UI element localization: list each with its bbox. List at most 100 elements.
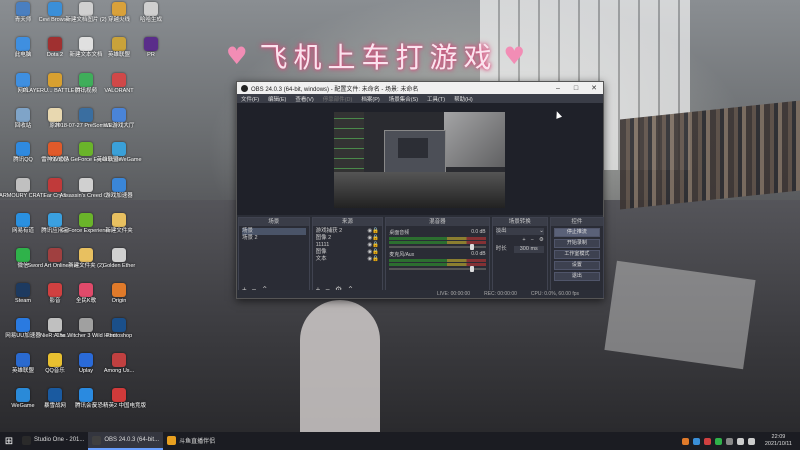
volume-icon[interactable] (747, 437, 755, 445)
desktop-icon[interactable]: 穿越火线 (103, 2, 135, 23)
desktop-icon-label: 新建文档图片 (2) (65, 17, 107, 23)
start-recording-button[interactable]: 开始录制 (553, 239, 600, 248)
taskbar-item[interactable]: 斗鱼直播伴侣 (163, 432, 219, 450)
menu-item[interactable]: 停靠部件(D) (323, 95, 353, 103)
exit-button[interactable]: 退出 (553, 272, 600, 281)
desktop-icon[interactable]: 英雄联盟 (7, 353, 39, 374)
desktop-icon-label: 网易有道 (11, 228, 34, 234)
desktop-icon[interactable]: VALORANT (103, 73, 135, 94)
desktop-icon[interactable]: 青天师 (7, 2, 39, 23)
desktop-icon[interactable]: 影音 (39, 283, 71, 304)
source-item[interactable]: 图像 2 ◉🔒 (316, 235, 380, 242)
desktop-icon[interactable]: 游戏加速器 (103, 178, 135, 199)
desktop-icon[interactable]: Sword Art Online Fat... (27, 248, 83, 269)
menu-item[interactable]: 档案(P) (361, 95, 379, 103)
desktop-icon[interactable]: 新建文档图片 (2) (65, 2, 107, 23)
desktop-icon[interactable]: 新建文本文档 (70, 37, 103, 58)
tray-app-icon[interactable] (714, 437, 722, 445)
menu-item[interactable]: 文件(F) (241, 95, 259, 103)
menu-item[interactable]: 查看(V) (295, 95, 313, 103)
source-item[interactable]: 11111 ◉🔒 (316, 242, 380, 249)
desktop-icon[interactable]: 回收站 (7, 108, 39, 129)
gear-icon[interactable]: ⚙ (539, 237, 544, 244)
volume-slider[interactable] (389, 266, 486, 272)
menu-item[interactable]: 编辑(E) (268, 95, 286, 103)
desktop-icon[interactable]: 哈哈生成 (135, 2, 167, 23)
taskbar-item[interactable]: OBS 24.0.3 (64-bit... (88, 432, 164, 450)
eye-lock-icon[interactable]: ◉🔒 (368, 256, 380, 263)
desktop-icon[interactable]: Assassin's Creed O... (60, 178, 112, 199)
tray-app-icon[interactable] (703, 437, 711, 445)
desktop-icon[interactable]: 暴雪战网 (39, 388, 71, 409)
transition-select[interactable]: 淡出 ⌄ (495, 228, 544, 235)
add-icon[interactable]: + (522, 237, 525, 244)
desktop-icon[interactable]: 腾讯QQ (7, 142, 39, 163)
desktop-icon[interactable]: PLAYERU... BATTLEGR... (23, 73, 87, 94)
tray-app-icon[interactable] (725, 437, 733, 445)
desktop-icon-label: WE游戏大厅 (103, 123, 135, 129)
desktop-icon[interactable]: 此电脑 (7, 37, 39, 58)
menu-item[interactable]: 工具(T) (427, 95, 445, 103)
close-button[interactable]: ✕ (585, 84, 603, 92)
obs-preview[interactable] (334, 112, 505, 208)
source-item[interactable]: 图像 ◉🔒 (316, 249, 380, 256)
desktop-icon[interactable]: 新建文件夹 (2) (68, 248, 104, 269)
desktop-icon[interactable]: ARMOURY CRATE (0, 178, 47, 199)
desktop-icon[interactable]: Origin (103, 283, 135, 304)
duration-input[interactable]: 300 ms (513, 246, 544, 253)
app-icon (16, 213, 30, 227)
desktop-icon[interactable]: Among Us... (103, 353, 135, 374)
desktop-icon[interactable]: Dota 2 (39, 37, 71, 58)
desktop-icon[interactable]: Photoshop (103, 318, 135, 339)
desktop-icon[interactable]: QQ音乐 (39, 353, 71, 374)
eye-lock-icon[interactable]: ◉🔒 (368, 242, 380, 249)
scene-item[interactable]: 场景 2 (242, 235, 306, 242)
desktop-icon[interactable]: 网易UU加速器 (5, 318, 41, 339)
stop-streaming-button[interactable]: 停止推流 (553, 228, 600, 237)
remove-icon[interactable]: − (531, 237, 534, 244)
settings-button[interactable]: 设置 (553, 261, 600, 270)
desktop-icon[interactable]: 新建文件夹 (103, 213, 135, 234)
source-item[interactable]: 文本 ◉🔒 (316, 256, 380, 263)
desktop-icon[interactable]: GeForce Experience (61, 213, 111, 234)
desktop-icon[interactable]: The Witcher 3 Wild Hunt (56, 318, 116, 339)
maximize-button[interactable]: □ (567, 85, 585, 92)
desktop-icon[interactable]: WE游戏大厅 (103, 108, 135, 129)
desktop-icon[interactable]: PR (135, 37, 167, 58)
obs-title-bar[interactable]: OBS 24.0.3 (64-bit, windows) - 配置文件: 未命名… (237, 82, 603, 94)
studio-mode-button[interactable]: 工作室模式 (553, 250, 600, 259)
desktop-icon[interactable]: 全民K歌 (70, 283, 102, 304)
app-icon (79, 2, 93, 16)
menu-item[interactable]: 场景集合(S) (389, 95, 418, 103)
eye-lock-icon[interactable]: ◉🔒 (368, 228, 380, 235)
desktop-icon[interactable]: WeGame (7, 388, 39, 409)
source-item[interactable]: 游戏捕获 2 ◉🔒 (316, 228, 380, 235)
eye-lock-icon[interactable]: ◉🔒 (368, 235, 380, 242)
desktop-icon[interactable]: 网易有道 (7, 213, 39, 234)
desktop-icon[interactable]: 英雄联盟WeGame (96, 142, 142, 163)
windows-start-icon[interactable]: ⊞ (0, 432, 18, 450)
scene-item[interactable]: 场景 (242, 228, 306, 235)
clock[interactable]: 22:09 2021/10/11 (765, 434, 792, 448)
tray-app-icon[interactable] (681, 437, 689, 445)
desktop-icon[interactable]: 腾讯视频 (70, 73, 102, 94)
taskbar-item[interactable]: Studio One - 201... (18, 432, 88, 450)
volume-knob[interactable] (469, 266, 474, 272)
sources-title: 来源 (312, 218, 383, 226)
menu-item[interactable]: 帮助(H) (454, 95, 473, 103)
desktop-icon[interactable]: 英雄联盟 (103, 37, 135, 58)
minimize-button[interactable]: – (549, 85, 567, 92)
desktop-icon[interactable]: 反恐精英2 中国电竞版 (92, 388, 146, 409)
desktop-icon[interactable]: 2018-07-27 PreSomatic... (55, 108, 117, 129)
tray-app-icon[interactable] (692, 437, 700, 445)
obs-window[interactable]: OBS 24.0.3 (64-bit, windows) - 配置文件: 未命名… (236, 81, 604, 299)
volume-knob[interactable] (469, 244, 474, 250)
desktop-icon[interactable]: Golden Ether (103, 248, 135, 269)
douyu-icon (167, 435, 177, 445)
eye-lock-icon[interactable]: ◉🔒 (368, 249, 380, 256)
desktop-icon-label: Uplay (78, 368, 94, 374)
network-icon[interactable] (736, 437, 744, 445)
volume-slider[interactable] (389, 244, 486, 250)
desktop-icon[interactable]: Steam (7, 283, 39, 304)
desktop-icon[interactable]: Uplay (70, 353, 102, 374)
